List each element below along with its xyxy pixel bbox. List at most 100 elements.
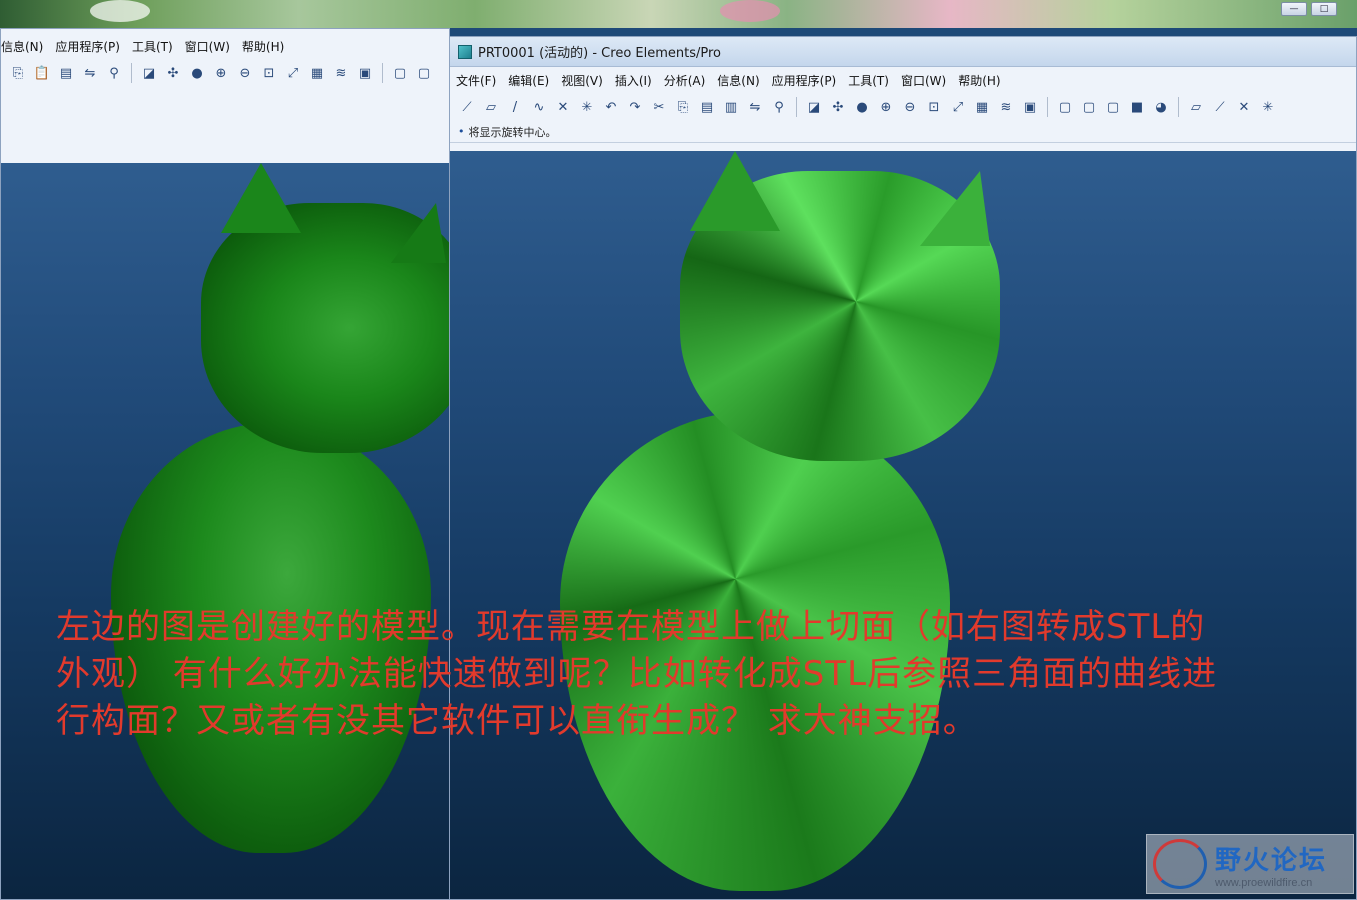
no-hidden-icon[interactable]: ▢ <box>1104 98 1122 116</box>
paste-special-icon[interactable]: ▤ <box>57 64 75 82</box>
watermark-text: 野火论坛 www.proewildfire.cn <box>1215 840 1327 889</box>
menu-item-window[interactable]: 窗口(W) <box>901 72 946 89</box>
forum-logo-icon <box>1153 839 1207 889</box>
repaint-icon[interactable]: ◪ <box>140 64 158 82</box>
paste-special-icon[interactable]: ▥ <box>722 98 740 116</box>
sketch-icon[interactable]: ⟋ <box>458 98 476 116</box>
wireframe-icon[interactable]: ▢ <box>1056 98 1074 116</box>
menu-item-help[interactable]: 帮助(H) <box>958 72 1000 89</box>
left-toolbar: ⎘ 📋 ▤ ⇋ ⚲ ◪ ✣ ● ⊕ ⊖ ⊡ ⤢ ▦ ≋ ▣ ▢ ▢ <box>1 59 449 87</box>
reorient-icon[interactable]: ⤢ <box>949 98 967 116</box>
desktop-window-controls: — □ <box>1281 2 1337 16</box>
refit-icon[interactable]: ⊡ <box>925 98 943 116</box>
wireframe-icon[interactable]: ▢ <box>391 64 409 82</box>
faceted-stl-cat-model <box>540 151 1010 899</box>
cut-icon[interactable]: ✂ <box>650 98 668 116</box>
toolbar-separator <box>796 97 797 117</box>
copy-icon[interactable]: ⎘ <box>674 98 692 116</box>
left-model-viewport[interactable] <box>1 163 449 899</box>
menu-item-edit[interactable]: 编辑(E) <box>508 72 549 89</box>
menu-item-window[interactable]: 窗口(W) <box>185 38 230 55</box>
menu-item-tools[interactable]: 工具(T) <box>132 38 173 55</box>
reorient-icon[interactable]: ⤢ <box>284 64 302 82</box>
layers-icon[interactable]: ≋ <box>332 64 350 82</box>
redo-icon[interactable]: ↷ <box>626 98 644 116</box>
hidden-line-icon[interactable]: ▢ <box>1080 98 1098 116</box>
cat-ear-right <box>920 171 990 246</box>
desktop-flower-decoration <box>90 0 150 22</box>
menu-item-tools[interactable]: 工具(T) <box>848 72 889 89</box>
spin-center-icon[interactable]: ✣ <box>164 64 182 82</box>
spin-center-icon[interactable]: ✣ <box>829 98 847 116</box>
shading-icon[interactable]: ● <box>853 98 871 116</box>
curve-icon[interactable]: ∿ <box>530 98 548 116</box>
cat-ear-left <box>221 163 301 233</box>
paste-icon[interactable]: ▤ <box>698 98 716 116</box>
mirror-icon[interactable]: ⇋ <box>746 98 764 116</box>
shaded-icon[interactable]: ■ <box>1128 98 1146 116</box>
axis-icon[interactable]: / <box>506 98 524 116</box>
forum-watermark: 野火论坛 www.proewildfire.cn <box>1146 834 1354 894</box>
datum-plane-display-icon[interactable]: ▱ <box>1187 98 1205 116</box>
status-message: 将显示旋转中心。 <box>468 125 557 139</box>
creo-app-icon <box>458 44 472 59</box>
menu-item-insert[interactable]: 插入(I) <box>615 72 652 89</box>
saved-views-icon[interactable]: ▦ <box>973 98 991 116</box>
menu-item-view[interactable]: 视图(V) <box>561 72 603 89</box>
left-creo-window: 信息(N) 应用程序(P) 工具(T) 窗口(W) 帮助(H) ⎘ 📋 ▤ ⇋ … <box>0 28 450 900</box>
desktop-background: — □ <box>0 0 1357 28</box>
menu-item-analysis[interactable]: 分析(A) <box>664 72 706 89</box>
menu-item-help[interactable]: 帮助(H) <box>242 38 284 55</box>
saved-views-icon[interactable]: ▦ <box>308 64 326 82</box>
zoom-out-icon[interactable]: ⊖ <box>236 64 254 82</box>
watermark-url: www.proewildfire.cn <box>1215 876 1313 889</box>
point-icon[interactable]: ✕ <box>554 98 572 116</box>
watermark-title: 野火论坛 <box>1215 845 1328 876</box>
question-caption: 左边的图是创建好的模型。现在需要在模型上做上切面（如右图转成STL的外观） 有什… <box>56 607 1218 741</box>
right-toolbar: ⟋ ▱ / ∿ ✕ ✳ ↶ ↷ ✂ ⎘ ▤ ▥ ⇋ ⚲ ◪ ✣ ● ⊕ ⊖ ⊡ … <box>450 93 1356 121</box>
undo-icon[interactable]: ↶ <box>602 98 620 116</box>
copy-icon[interactable]: ⎘ <box>9 64 27 82</box>
paste-icon[interactable]: 📋 <box>33 64 51 82</box>
datum-point-display-icon[interactable]: ✕ <box>1235 98 1253 116</box>
toolbar-separator <box>382 63 383 83</box>
message-bullet-icon: • <box>458 125 465 138</box>
cat-ear-left <box>690 151 780 231</box>
desktop-flower-decoration <box>720 0 780 22</box>
plane-icon[interactable]: ▱ <box>482 98 500 116</box>
cat-ear-right <box>391 203 446 263</box>
zoom-out-icon[interactable]: ⊖ <box>901 98 919 116</box>
right-menubar: 文件(F) 编辑(E) 视图(V) 插入(I) 分析(A) 信息(N) 应用程序… <box>450 67 1356 93</box>
refit-icon[interactable]: ⊡ <box>260 64 278 82</box>
find-icon[interactable]: ⚲ <box>105 64 123 82</box>
find-icon[interactable]: ⚲ <box>770 98 788 116</box>
menu-item-applications[interactable]: 应用程序(P) <box>55 38 120 55</box>
right-creo-window: PRT0001 (活动的) - Creo Elements/Pro 文件(F) … <box>449 36 1357 900</box>
mirror-icon[interactable]: ⇋ <box>81 64 99 82</box>
menu-item-info[interactable]: 信息(N) <box>717 72 759 89</box>
datum-axis-display-icon[interactable]: ⟋ <box>1211 98 1229 116</box>
layers-icon[interactable]: ≋ <box>997 98 1015 116</box>
hidden-line-icon[interactable]: ▢ <box>415 64 433 82</box>
view-manager-icon[interactable]: ▣ <box>356 64 374 82</box>
zoom-in-icon[interactable]: ⊕ <box>212 64 230 82</box>
model-tree-icon[interactable]: ◕ <box>1152 98 1170 116</box>
toolbar-separator <box>131 63 132 83</box>
minimize-icon[interactable]: — <box>1281 2 1307 16</box>
smooth-cat-model <box>101 163 449 863</box>
menu-item-applications[interactable]: 应用程序(P) <box>772 72 837 89</box>
view-manager-icon[interactable]: ▣ <box>1021 98 1039 116</box>
csys-icon[interactable]: ✳ <box>578 98 596 116</box>
right-titlebar: PRT0001 (活动的) - Creo Elements/Pro <box>450 37 1356 67</box>
shading-icon[interactable]: ● <box>188 64 206 82</box>
menu-item-info[interactable]: 信息(N) <box>1 38 43 55</box>
message-area: • 将显示旋转中心。 <box>450 121 1356 143</box>
maximize-icon[interactable]: □ <box>1311 2 1337 16</box>
menu-item-file[interactable]: 文件(F) <box>456 72 496 89</box>
left-menubar: 信息(N) 应用程序(P) 工具(T) 窗口(W) 帮助(H) <box>1 33 449 59</box>
zoom-in-icon[interactable]: ⊕ <box>877 98 895 116</box>
window-title: PRT0001 (活动的) - Creo Elements/Pro <box>478 46 722 61</box>
repaint-icon[interactable]: ◪ <box>805 98 823 116</box>
right-model-viewport[interactable] <box>450 151 1356 899</box>
csys-display-icon[interactable]: ✳ <box>1259 98 1277 116</box>
